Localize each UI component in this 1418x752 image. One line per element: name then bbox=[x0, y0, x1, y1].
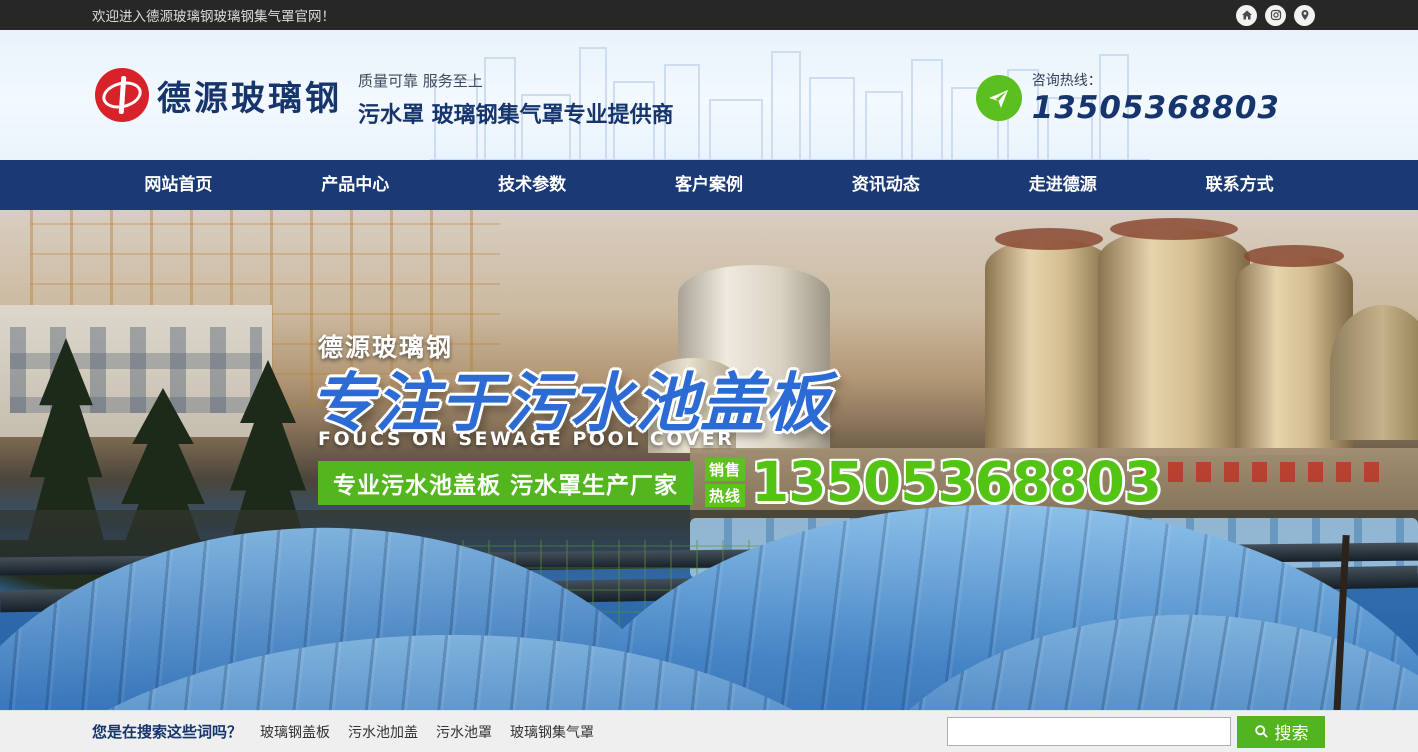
header-slogan: 质量可靠 服务至上 污水罩 玻璃钢集气罩专业提供商 bbox=[358, 70, 674, 129]
main-nav: 网站首页 产品中心 技术参数 客户案例 资讯动态 走进德源 联系方式 bbox=[0, 160, 1418, 210]
banner-hotline-label: 销售 热线 bbox=[705, 458, 745, 507]
scene-gold-tank bbox=[1098, 228, 1250, 456]
nav-item-specs[interactable]: 技术参数 bbox=[444, 160, 621, 210]
search-bar: 您是在搜索这些词吗？ 玻璃钢盖板 污水池加盖 污水池罩 玻璃钢集气罩 搜索 bbox=[0, 710, 1418, 752]
paper-plane-icon bbox=[976, 75, 1022, 121]
hotline-word-1: 销售 bbox=[705, 458, 745, 481]
scene-building bbox=[0, 305, 272, 437]
home-icon[interactable] bbox=[1236, 5, 1257, 26]
nav-item-products[interactable]: 产品中心 bbox=[267, 160, 444, 210]
search-keywords-label: 您是在搜索这些词吗？ bbox=[92, 721, 242, 742]
topbar: 欢迎进入德源玻璃钢玻璃钢集气罩官网！ bbox=[0, 0, 1418, 30]
hotline-number: 13505368803 bbox=[1032, 90, 1280, 126]
slogan-small: 质量可靠 服务至上 bbox=[358, 70, 674, 91]
banner-hotline-number: 13505368803 bbox=[751, 455, 1161, 510]
search-button-label: 搜索 bbox=[1275, 719, 1309, 744]
keyword-link-gas-collecting-hood[interactable]: 玻璃钢集气罩 bbox=[510, 722, 594, 742]
nav-item-news[interactable]: 资讯动态 bbox=[797, 160, 974, 210]
banner-tagline: 专业污水池盖板 污水罩生产厂家 bbox=[318, 461, 693, 505]
site-header: 德源玻璃钢 质量可靠 服务至上 污水罩 玻璃钢集气罩专业提供商 咨询热线： 13… bbox=[0, 30, 1418, 160]
search-keywords: 您是在搜索这些词吗？ 玻璃钢盖板 污水池加盖 污水池罩 玻璃钢集气罩 bbox=[92, 721, 594, 742]
scene-wall-slogan bbox=[1140, 462, 1380, 482]
keyword-link-frp-cover[interactable]: 玻璃钢盖板 bbox=[260, 722, 330, 742]
nav-item-about[interactable]: 走进德源 bbox=[974, 160, 1151, 210]
scene-gold-tank bbox=[985, 238, 1113, 453]
hotline-label: 咨询热线： bbox=[1032, 70, 1280, 90]
nav-item-contact[interactable]: 联系方式 bbox=[1151, 160, 1328, 210]
location-icon[interactable] bbox=[1294, 5, 1315, 26]
search-input[interactable] bbox=[947, 717, 1231, 746]
keyword-link-pool-cover[interactable]: 污水池罩 bbox=[436, 722, 492, 742]
search-icon bbox=[1254, 724, 1269, 739]
nav-item-home[interactable]: 网站首页 bbox=[90, 160, 267, 210]
logo-icon bbox=[95, 68, 149, 122]
header-hotline: 咨询热线： 13505368803 bbox=[976, 70, 1280, 126]
banner-subtitle-en: FOUCS ON SEWAGE POOL COVER bbox=[318, 428, 734, 450]
search-button[interactable]: 搜索 bbox=[1237, 716, 1325, 748]
hotline-word-2: 热线 bbox=[705, 484, 745, 507]
instagram-icon[interactable] bbox=[1265, 5, 1286, 26]
banner-hotline: 销售 热线 13505368803 bbox=[705, 455, 1161, 510]
logo-text: 德源玻璃钢 bbox=[157, 71, 342, 120]
logo[interactable]: 德源玻璃钢 bbox=[95, 68, 342, 122]
hero-banner: 德源玻璃钢 专注于污水池盖板 FOUCS ON SEWAGE POOL COVE… bbox=[0, 210, 1418, 710]
keyword-link-pool-capping[interactable]: 污水池加盖 bbox=[348, 722, 418, 742]
scene-dome-tank bbox=[1330, 305, 1418, 440]
slogan-big: 污水罩 玻璃钢集气罩专业提供商 bbox=[358, 97, 674, 129]
nav-item-cases[interactable]: 客户案例 bbox=[621, 160, 798, 210]
welcome-text: 欢迎进入德源玻璃钢玻璃钢集气罩官网！ bbox=[92, 5, 335, 25]
topbar-social-icons bbox=[1236, 5, 1315, 26]
search-controls: 搜索 bbox=[947, 716, 1325, 748]
banner-bottom-row: 专业污水池盖板 污水罩生产厂家 销售 热线 13505368803 bbox=[318, 455, 1161, 510]
